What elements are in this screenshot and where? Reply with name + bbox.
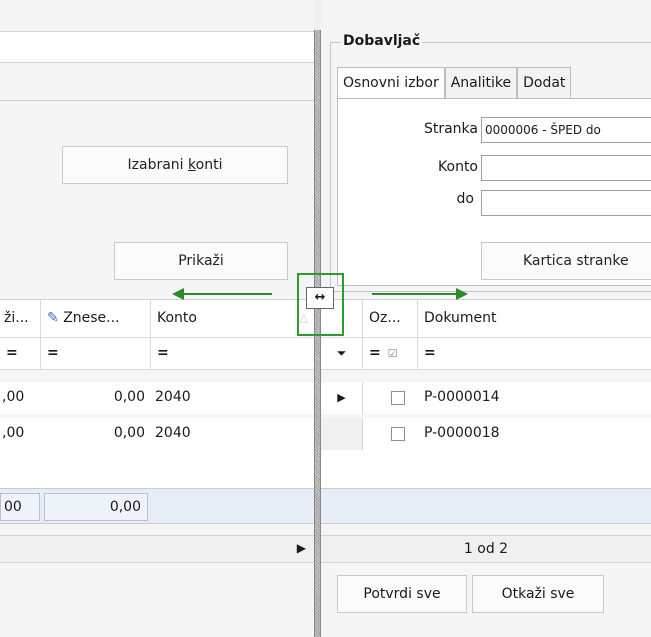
show-button[interactable]: Prikaži: [114, 242, 288, 280]
row-cell-col1: ,00: [2, 389, 25, 405]
left-header-strip: [0, 31, 314, 63]
edit-pencil-icon: ✎: [47, 310, 59, 326]
arrow-left-line: [182, 293, 272, 295]
tab-bar: Osnovni izbor Analitike Dodat: [337, 67, 572, 99]
column-header-amount-label: Znese...: [63, 310, 120, 326]
table-row[interactable]: ▶ P-0000014: [321, 382, 651, 414]
column-header-konto-label: Konto: [157, 310, 197, 326]
stranka-field[interactable]: 0000006 - ŠPED do: [481, 117, 651, 143]
group-title: Dobavljač: [341, 33, 423, 49]
selected-accounts-accelerator: k: [188, 157, 196, 173]
scroll-right-arrow-icon[interactable]: ▶: [297, 541, 306, 555]
confirm-all-label: Potvrdi sve: [363, 586, 441, 602]
partner-card-button-label: Kartica stranke: [523, 253, 629, 269]
row-cell-amount: 0,00: [113, 425, 145, 441]
pager-text: 1 od 2: [463, 541, 509, 557]
left-filter-row: = = =: [0, 338, 314, 370]
column-header-col1[interactable]: ži...: [0, 300, 41, 337]
konto-field[interactable]: [481, 155, 651, 181]
row-cell-konto: 2040: [155, 389, 191, 405]
cancel-all-button[interactable]: Otkaži sve: [472, 575, 604, 613]
konto-to-field[interactable]: [481, 190, 651, 216]
filter-equals-symbol: =: [369, 345, 381, 361]
filter-cell-amount[interactable]: =: [41, 338, 151, 369]
row-indicator: [321, 418, 363, 450]
row-cell-konto: 2040: [155, 425, 191, 441]
table-row[interactable]: ,00 0,00 2040: [0, 382, 314, 414]
row-indicator: ▶: [321, 382, 363, 414]
show-button-label: Prikaži: [178, 253, 224, 269]
column-header-amount[interactable]: ✎ Znese...: [41, 300, 151, 337]
arrow-right-line: [372, 293, 458, 295]
table-row[interactable]: ,00 0,00 2040: [0, 418, 314, 450]
konto-to-label: do: [456, 191, 474, 207]
current-row-arrow-icon: ▶: [337, 391, 346, 404]
tab-analytics[interactable]: Analitike: [444, 67, 518, 99]
filter-cell-marked[interactable]: = ☑: [363, 338, 418, 369]
right-filter-row: ⏷ = ☑ =: [321, 338, 651, 370]
selected-accounts-label: Izabrani: [127, 157, 189, 173]
row-checkbox[interactable]: [391, 391, 405, 405]
row-cell-document: P-0000018: [424, 425, 500, 441]
confirm-all-button[interactable]: Potvrdi sve: [337, 575, 467, 613]
filter-cell-konto[interactable]: =: [151, 338, 314, 369]
column-header-marked[interactable]: Oz...: [363, 300, 418, 337]
arrow-right-head: [456, 288, 468, 300]
right-total-row: [321, 488, 651, 524]
stranka-label: Stranka: [423, 121, 478, 137]
column-header-document[interactable]: Dokument: [418, 300, 651, 337]
row-cell-col1: ,00: [2, 425, 25, 441]
left-grid-header: ži... ✎ Znese... Konto △: [0, 299, 314, 338]
column-header-konto[interactable]: Konto △: [151, 300, 314, 337]
right-empty-area: [321, 450, 651, 488]
konto-label: Konto: [438, 159, 478, 175]
arrow-left-head: [172, 288, 184, 300]
row-checkbox[interactable]: [391, 427, 405, 441]
left-total-row: 00 0,00: [0, 488, 314, 524]
filter-checkbox-icon[interactable]: ☑: [388, 347, 398, 360]
cancel-all-label: Otkaži sve: [501, 586, 575, 602]
left-empty-area: [0, 450, 314, 488]
filter-row-indicator: ⏷: [321, 338, 363, 369]
partner-card-button[interactable]: Kartica stranke: [481, 242, 651, 280]
filter-cell-document[interactable]: =: [418, 338, 651, 369]
left-divider: [0, 100, 314, 101]
table-row[interactable]: P-0000018: [321, 418, 651, 450]
selected-accounts-label-end: onti: [195, 157, 223, 173]
total-amount: 0,00: [44, 493, 148, 521]
filter-funnel-icon[interactable]: ⏷: [337, 346, 347, 360]
tab-basic-selection[interactable]: Osnovni izbor: [337, 67, 445, 99]
tab-additional[interactable]: Dodat: [517, 67, 572, 99]
row-cell-amount: 0,00: [113, 389, 145, 405]
total-col1: 00: [0, 493, 40, 521]
resize-cursor-icon: ↔: [306, 287, 334, 309]
filter-cell-col1[interactable]: =: [0, 338, 41, 369]
left-horizontal-scrollbar[interactable]: ▶: [0, 535, 314, 563]
right-pager: 1 od 2: [321, 535, 651, 563]
selected-accounts-button[interactable]: Izabrani konti: [62, 146, 288, 184]
row-cell-document: P-0000014: [424, 389, 500, 405]
right-grid-header: Oz... Dokument: [321, 299, 651, 338]
